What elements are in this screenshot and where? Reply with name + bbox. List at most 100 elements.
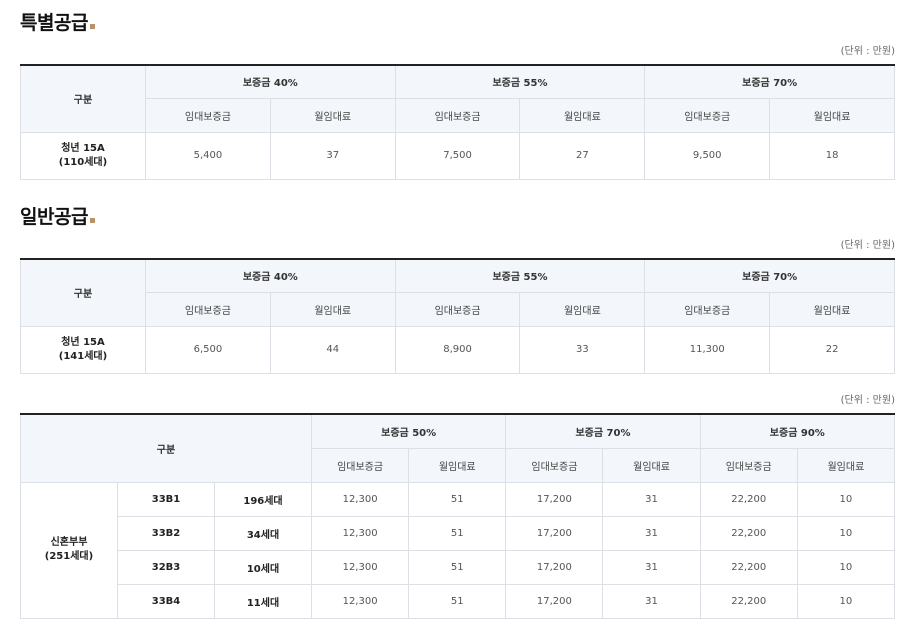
- row-label-line1: 청년 15A: [61, 336, 105, 348]
- cell-deposit: 17,200: [505, 583, 604, 619]
- newlywed-supply-table: 구분 보증금 50% 보증금 70% 보증금 90% 임대보증금 월임대료 임대…: [20, 413, 896, 619]
- header-group: 보증금 70%: [644, 64, 895, 99]
- general-supply-table: 구분 보증금 40% 보증금 55% 보증금 70% 임대보증금 월임대료 임대…: [20, 258, 895, 374]
- header-deposit: 임대보증금: [145, 291, 271, 327]
- unit-label: (단위 : 만원): [840, 395, 895, 406]
- header-deposit: 임대보증금: [394, 291, 521, 327]
- cell-deposit: 5,400: [145, 131, 271, 180]
- header-deposit: 임대보증금: [394, 97, 521, 133]
- header-rent: 월임대료: [519, 97, 646, 133]
- header-deposit: 임대보증금: [644, 97, 771, 133]
- cell-deposit: 12,300: [310, 583, 410, 619]
- cell-rent: 51: [408, 515, 507, 551]
- table-row: 32B3 10세대 12,300 51 17,200 31 22,200 10: [21, 549, 896, 585]
- header-deposit: 임대보증금: [145, 97, 271, 133]
- header-category: 구분: [20, 258, 146, 327]
- cell-rent: 51: [408, 583, 507, 619]
- cell-deposit: 17,200: [505, 515, 604, 551]
- heading-dot: [89, 218, 95, 223]
- header-deposit: 임대보증금: [505, 447, 604, 483]
- header-rent: 월임대료: [769, 291, 895, 327]
- cell-deposit: 12,300: [310, 515, 410, 551]
- table-row: 청년 15A (110세대) 5,400 37 7,500 27 9,500 1…: [20, 131, 895, 180]
- special-supply-title: 특별공급: [20, 12, 88, 34]
- cell-deposit: 22,200: [699, 481, 798, 517]
- header-deposit: 임대보증금: [310, 447, 410, 483]
- cell-rent: 33: [519, 325, 646, 374]
- cell-type: 33B1: [117, 481, 215, 517]
- header-category: 구분: [20, 413, 312, 483]
- group-label: 신혼부부 (251세대): [20, 481, 118, 619]
- header-rent: 월임대료: [269, 97, 396, 133]
- group-label-line1: 신혼부부: [50, 537, 88, 548]
- group-label-line2: (251세대): [44, 551, 94, 562]
- special-supply-heading: 특별공급: [20, 11, 95, 35]
- header-rent: 월임대료: [269, 291, 396, 327]
- cell-rent: 31: [602, 583, 701, 619]
- cell-rent: 22: [769, 325, 895, 374]
- cell-deposit: 6,500: [145, 325, 271, 374]
- cell-deposit: 12,300: [310, 549, 410, 585]
- table-row: 33B2 34세대 12,300 51 17,200 31 22,200 10: [21, 515, 896, 551]
- general-supply-heading: 일반공급: [20, 205, 95, 229]
- cell-deposit: 11,300: [644, 325, 771, 374]
- header-rent: 월임대료: [519, 291, 646, 327]
- header-group: 보증금 55%: [394, 64, 646, 99]
- header-deposit: 임대보증금: [644, 291, 771, 327]
- header-rent: 월임대료: [602, 447, 701, 483]
- header-group: 보증금 70%: [644, 258, 895, 293]
- cell-rent: 10: [796, 583, 896, 619]
- general-supply-title: 일반공급: [20, 206, 88, 228]
- cell-deposit: 22,200: [699, 515, 798, 551]
- header-rent: 월임대료: [408, 447, 507, 483]
- cell-rent: 27: [519, 131, 646, 180]
- header-rent: 월임대료: [796, 447, 896, 483]
- cell-count: 34세대: [214, 515, 312, 551]
- cell-rent: 18: [769, 131, 895, 180]
- cell-deposit: 17,200: [505, 549, 604, 585]
- cell-rent: 37: [269, 131, 396, 180]
- table-row: 33B4 11세대 12,300 51 17,200 31 22,200 10: [21, 583, 896, 619]
- header-group: 보증금 50%: [310, 413, 507, 449]
- row-label-line1: 청년 15A: [61, 142, 105, 154]
- cell-rent: 51: [408, 481, 507, 517]
- cell-deposit: 22,200: [699, 583, 798, 619]
- table-row: 청년 15A (141세대) 6,500 44 8,900 33 11,300 …: [20, 325, 895, 374]
- cell-rent: 10: [796, 515, 896, 551]
- unit-label: (단위 : 만원): [840, 240, 895, 251]
- cell-rent: 31: [602, 515, 701, 551]
- unit-label: (단위 : 만원): [840, 46, 895, 57]
- header-deposit: 임대보증금: [699, 447, 798, 483]
- cell-deposit: 8,900: [394, 325, 521, 374]
- cell-rent: 10: [796, 481, 896, 517]
- heading-dot: [89, 24, 95, 29]
- cell-rent: 44: [269, 325, 396, 374]
- row-label: 청년 15A (110세대): [20, 131, 146, 180]
- header-group: 보증금 90%: [699, 413, 896, 449]
- header-group: 보증금 55%: [394, 258, 646, 293]
- header-group: 보증금 70%: [505, 413, 701, 449]
- cell-deposit: 7,500: [394, 131, 521, 180]
- cell-type: 33B2: [117, 515, 215, 551]
- row-label-line2: (141세대): [58, 350, 108, 362]
- cell-type: 32B3: [117, 549, 215, 585]
- table-row: 신혼부부 (251세대) 33B1 196세대 12,300 51 17,200…: [20, 481, 896, 619]
- row-label-line2: (110세대): [58, 156, 108, 168]
- cell-type: 33B4: [117, 583, 215, 619]
- header-group: 보증금 40%: [145, 258, 396, 293]
- header-category: 구분: [20, 64, 146, 133]
- cell-deposit: 22,200: [699, 549, 798, 585]
- cell-rent: 31: [602, 549, 701, 585]
- cell-rent: 10: [796, 549, 896, 585]
- cell-count: 196세대: [214, 481, 312, 517]
- header-rent: 월임대료: [769, 97, 895, 133]
- cell-deposit: 12,300: [310, 481, 410, 517]
- cell-deposit: 17,200: [505, 481, 604, 517]
- header-group: 보증금 40%: [145, 64, 396, 99]
- cell-rent: 31: [602, 481, 701, 517]
- special-supply-table: 구분 보증금 40% 보증금 55% 보증금 70% 임대보증금 월임대료 임대…: [20, 64, 895, 180]
- row-label: 청년 15A (141세대): [20, 325, 146, 374]
- cell-count: 11세대: [214, 583, 312, 619]
- cell-deposit: 9,500: [644, 131, 771, 180]
- cell-count: 10세대: [214, 549, 312, 585]
